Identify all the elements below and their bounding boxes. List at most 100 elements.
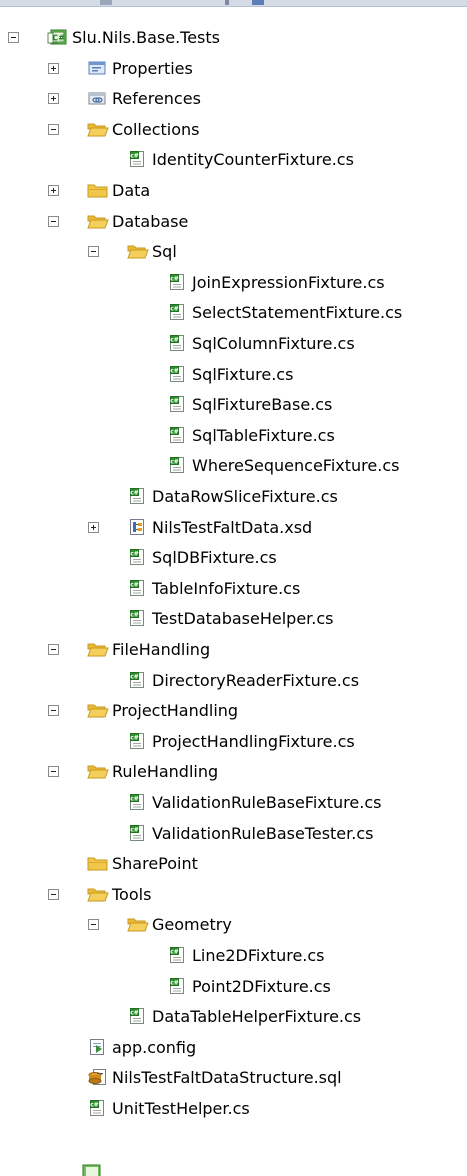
tree-node[interactable]: References [0, 85, 467, 113]
svg-text:c#: c# [130, 1010, 139, 1017]
tree-node[interactable]: app.config [0, 1034, 467, 1062]
tree-node[interactable]: Tools [0, 881, 467, 909]
sql-file-icon [87, 1068, 107, 1086]
folder-open-icon [87, 120, 109, 138]
expand-toggle[interactable] [48, 63, 59, 74]
tree-node[interactable]: SharePoint [0, 850, 467, 878]
svg-text:c#: c# [130, 674, 139, 681]
folder-closed-icon [87, 181, 108, 199]
tree-node-label: SharePoint [112, 854, 198, 873]
csharp-file-icon: c# [127, 793, 147, 811]
partial-project-icon [82, 1164, 102, 1176]
csharp-file-icon: c# [127, 824, 147, 842]
csharp-file-icon: c# [87, 1099, 107, 1117]
folder-open-icon [87, 212, 109, 230]
tree-node-label: RuleHandling [112, 762, 219, 781]
collapse-toggle[interactable] [48, 889, 59, 900]
csharp-file-icon: c# [167, 977, 187, 995]
tree-node[interactable]: c# DataTableHelperFixture.cs [0, 1003, 467, 1031]
tree-node[interactable]: FileHandling [0, 636, 467, 664]
svg-text:C#: C# [52, 34, 65, 43]
csharp-file-icon: c# [127, 487, 147, 505]
collapse-toggle[interactable] [8, 32, 19, 43]
folder-open-icon [87, 885, 109, 903]
csharp-project-icon: C# [47, 28, 67, 46]
svg-text:c#: c# [130, 551, 139, 558]
collapse-toggle[interactable] [48, 644, 59, 655]
tree-node[interactable]: ProjectHandling [0, 697, 467, 725]
tree-node[interactable]: c# DirectoryReaderFixture.cs [0, 667, 467, 695]
tree-node[interactable]: c# DataRowSliceFixture.cs [0, 483, 467, 511]
svg-text:c#: c# [130, 612, 139, 619]
tree-node-label: DataTableHelperFixture.cs [152, 1007, 362, 1026]
tree-node[interactable]: NilsTestFaltData.xsd [0, 514, 467, 542]
collapse-toggle[interactable] [48, 124, 59, 135]
tree-node-label: ValidationRuleBaseTester.cs [152, 824, 374, 843]
tree-node-label: WhereSequenceFixture.cs [192, 456, 400, 475]
tree-node[interactable]: c# Point2DFixture.cs [0, 973, 467, 1001]
tree-node[interactable]: Collections [0, 116, 467, 144]
tree-node-label: Point2DFixture.cs [192, 977, 331, 996]
tree-node-label: IdentityCounterFixture.cs [152, 150, 354, 169]
svg-text:c#: c# [170, 398, 179, 405]
tree-node[interactable]: Geometry [0, 911, 467, 939]
collapse-toggle[interactable] [48, 705, 59, 716]
tree-node-label: Database [112, 212, 189, 231]
tree-node[interactable]: c# WhereSequenceFixture.cs [0, 452, 467, 480]
tree-node-label: SelectStatementFixture.cs [192, 303, 403, 322]
tree-node[interactable]: c# SelectStatementFixture.cs [0, 299, 467, 327]
tree-node-label: ValidationRuleBaseFixture.cs [152, 793, 382, 812]
tree-node[interactable]: c# TestDatabaseHelper.cs [0, 605, 467, 633]
svg-text:c#: c# [130, 827, 139, 834]
expand-toggle[interactable] [48, 185, 59, 196]
svg-text:c#: c# [170, 306, 179, 313]
tree-node[interactable]: c# SqlDBFixture.cs [0, 544, 467, 572]
properties-icon [87, 59, 107, 77]
tree-node-label: References [112, 89, 201, 108]
tree-node[interactable]: Data [0, 177, 467, 205]
tree-node-label: DataRowSliceFixture.cs [152, 487, 338, 506]
folder-closed-icon [87, 854, 108, 872]
tree-node[interactable]: c# SqlTableFixture.cs [0, 422, 467, 450]
svg-text:c#: c# [130, 582, 139, 589]
tree-node[interactable]: c# ProjectHandlingFixture.cs [0, 728, 467, 756]
tree-node[interactable]: C# Slu.Nils.Base.Tests [0, 24, 467, 52]
expand-toggle[interactable] [48, 93, 59, 104]
tree-node-label: Properties [112, 59, 193, 78]
tree-node[interactable]: Sql [0, 238, 467, 266]
tree-node-label: app.config [112, 1038, 197, 1057]
folder-open-icon [87, 762, 109, 780]
tree-node[interactable]: Database [0, 208, 467, 236]
collapse-toggle[interactable] [48, 216, 59, 227]
tree-node[interactable]: c# ValidationRuleBaseTester.cs [0, 820, 467, 848]
tree-node[interactable]: c# IdentityCounterFixture.cs [0, 146, 467, 174]
collapse-toggle[interactable] [48, 766, 59, 777]
tree-node-label: ProjectHandling [112, 701, 239, 720]
tree-node[interactable]: c# SqlFixtureBase.cs [0, 391, 467, 419]
tree-node-label: SqlFixture.cs [192, 365, 294, 384]
solution-explorer-tree[interactable]: C# Slu.Nils.Base.Tests Properties Reference… [0, 0, 467, 1176]
tree-node[interactable]: c# UnitTestHelper.cs [0, 1095, 467, 1123]
svg-text:c#: c# [170, 949, 179, 956]
tree-node[interactable]: RuleHandling [0, 758, 467, 786]
tree-node[interactable]: c# JoinExpressionFixture.cs [0, 269, 467, 297]
tree-node[interactable]: Properties [0, 55, 467, 83]
tree-node[interactable]: c# TableInfoFixture.cs [0, 575, 467, 603]
tree-node[interactable]: c# ValidationRuleBaseFixture.cs [0, 789, 467, 817]
folder-open-icon [127, 242, 149, 260]
tree-node[interactable]: c# Line2DFixture.cs [0, 942, 467, 970]
tree-node-label: Geometry [152, 915, 232, 934]
tree-node[interactable]: c# SqlFixture.cs [0, 361, 467, 389]
collapse-toggle[interactable] [88, 919, 99, 930]
csharp-file-icon: c# [127, 579, 147, 597]
tree-node[interactable]: c# SqlColumnFixture.cs [0, 330, 467, 358]
expand-toggle[interactable] [88, 522, 99, 533]
folder-open-icon [87, 640, 109, 658]
tree-node-label: TestDatabaseHelper.cs [152, 609, 334, 628]
svg-text:c#: c# [130, 490, 139, 497]
tree-node-label: Slu.Nils.Base.Tests [72, 28, 220, 47]
collapse-toggle[interactable] [88, 246, 99, 257]
tree-node[interactable]: NilsTestFaltDataStructure.sql [0, 1064, 467, 1092]
tree-node-label: SqlTableFixture.cs [192, 426, 335, 445]
tree-node-label: FileHandling [112, 640, 211, 659]
